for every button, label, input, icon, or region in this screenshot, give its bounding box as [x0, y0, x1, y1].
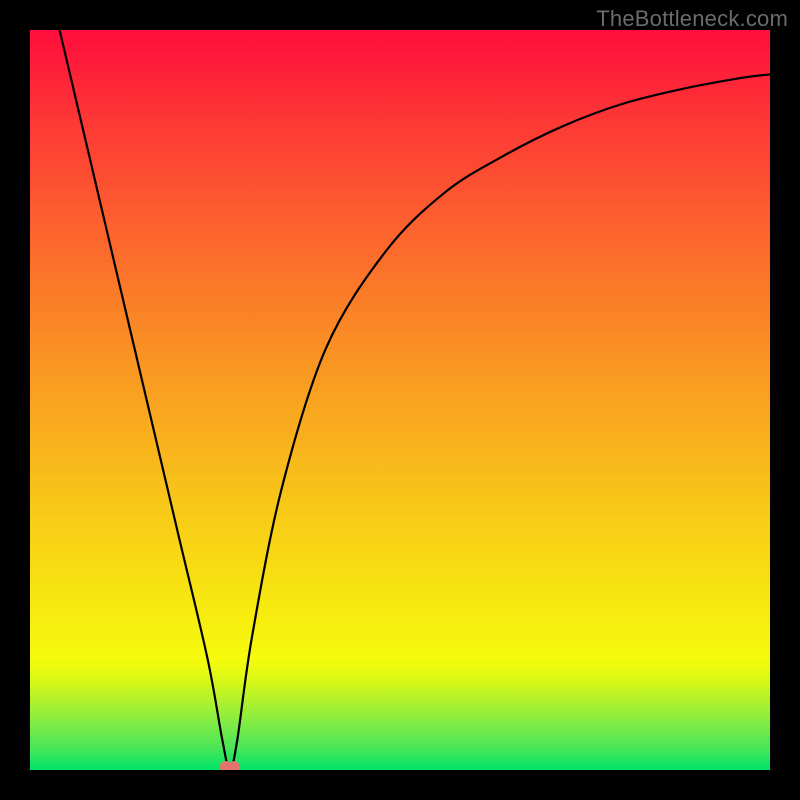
- chart-frame: TheBottleneck.com: [0, 0, 800, 800]
- plot-area: [30, 30, 770, 770]
- min-marker-2: [228, 761, 240, 770]
- bottleneck-curve: [60, 30, 770, 770]
- curve-layer: [30, 30, 770, 770]
- watermark-text: TheBottleneck.com: [596, 6, 788, 32]
